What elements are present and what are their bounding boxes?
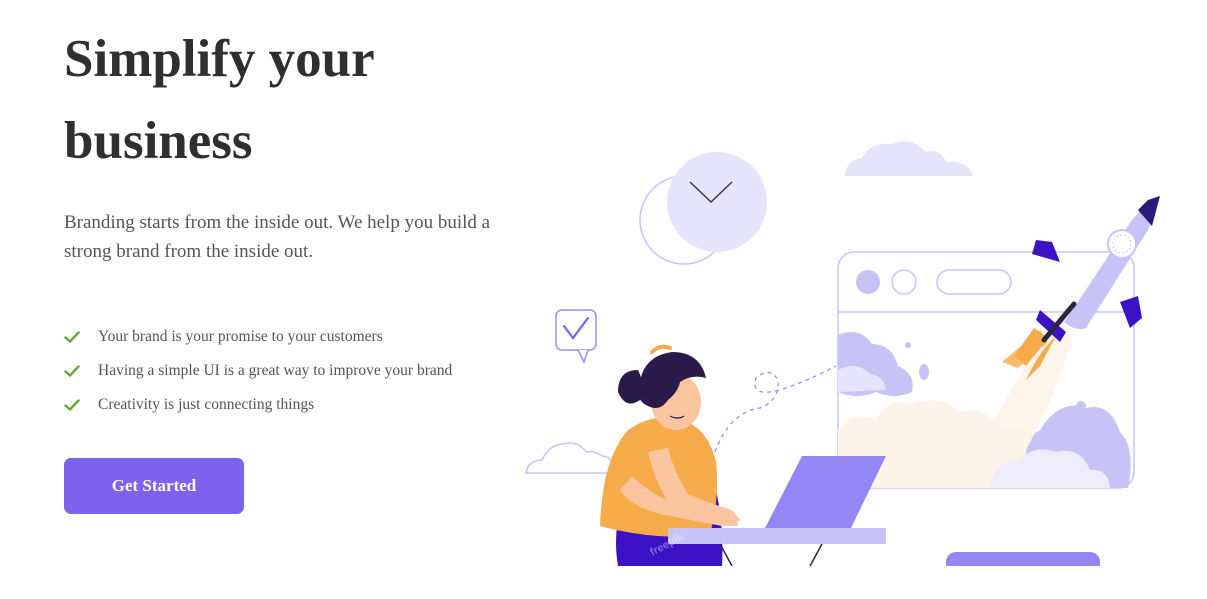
check-icon <box>64 399 80 411</box>
hero-description: Branding starts from the inside out. We … <box>64 212 491 262</box>
hero-title-line-2: business <box>64 112 253 170</box>
chat-check-icon <box>555 309 597 364</box>
get-started-button[interactable]: Get Started <box>64 458 244 514</box>
hero-title-line-1: Simplify your <box>64 30 375 88</box>
hero-title: Simplify your business <box>64 18 504 182</box>
landing-page: Simplify your business Branding starts f… <box>0 0 1207 599</box>
check-icon <box>64 331 80 343</box>
feature-item: Creativity is just connecting things <box>64 388 452 422</box>
hero-illustration <box>525 141 1160 566</box>
clock-icon <box>639 152 767 265</box>
cloud-icon <box>845 141 973 176</box>
feature-text: Creativity is just connecting things <box>98 396 315 413</box>
feature-item: Having a simple UI is a great way to imp… <box>64 354 452 388</box>
feature-item: Your brand is your promise to your custo… <box>64 320 452 354</box>
feature-list: Your brand is your promise to your custo… <box>64 320 452 422</box>
cloud-icon <box>525 442 618 474</box>
feature-text: Having a simple UI is a great way to imp… <box>98 362 453 379</box>
feature-text: Your brand is your promise to your custo… <box>98 328 383 345</box>
check-icon <box>64 365 80 377</box>
